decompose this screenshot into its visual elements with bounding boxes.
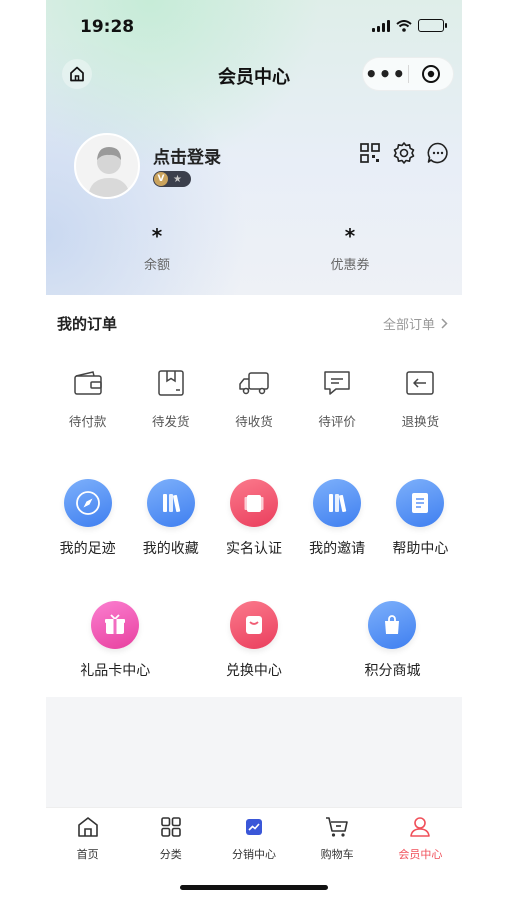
mini-program-capsule: ••• — [362, 57, 454, 91]
avatar[interactable] — [74, 133, 140, 199]
target-icon[interactable] — [409, 64, 453, 84]
coupon-stat[interactable]: * 优惠券 — [290, 224, 410, 273]
books-icon — [146, 479, 195, 527]
order-returns[interactable]: 退换货 — [379, 367, 462, 430]
package-icon — [155, 367, 187, 399]
order-item-label: 待付款 — [68, 414, 107, 429]
books-icon — [313, 479, 362, 527]
level-coin-icon: V — [154, 172, 168, 186]
home-indicator — [180, 885, 328, 890]
balance-stat[interactable]: * 余额 — [97, 224, 217, 273]
orders-section: 我的订单 全部订单 待付款 待发货 待收货 待评价 退换货 我的足迹 我的收藏 … — [46, 295, 462, 697]
message-icon[interactable] — [426, 141, 450, 165]
service-label: 我的足迹 — [59, 541, 116, 557]
tab-category[interactable]: 分类 — [129, 808, 212, 866]
order-pending-review[interactable]: 待评价 — [296, 367, 379, 430]
tab-distribution[interactable]: 分销中心 — [212, 808, 295, 866]
wallet-icon — [72, 367, 104, 399]
all-orders-link[interactable]: 全部订单 — [383, 314, 448, 333]
bottom-tab-bar: 首页 分类 分销中心 购物车 会员中心 — [46, 807, 462, 900]
tab-label: 首页 — [76, 848, 99, 861]
order-pending-receipt[interactable]: 待收货 — [212, 367, 295, 430]
points-mall-service[interactable]: 积分商城 — [323, 601, 462, 680]
wifi-icon — [396, 19, 412, 32]
qr-code-icon[interactable] — [358, 141, 382, 165]
tab-member-center[interactable]: 会员中心 — [379, 808, 462, 866]
chevron-right-icon — [441, 318, 448, 329]
order-status-row: 待付款 待发货 待收货 待评价 退换货 — [46, 367, 462, 430]
coupon-label: 优惠券 — [330, 258, 370, 273]
service-label: 帮助中心 — [392, 541, 449, 557]
balance-label: 余额 — [143, 258, 170, 273]
orders-title: 我的订单 — [57, 315, 118, 333]
phone-screen: 19:28 会员中心 ••• 点击登录 V ★ * 余额 * 优惠券 我的订单 … — [46, 0, 462, 900]
order-item-label: 待收货 — [235, 414, 273, 429]
exchange-service[interactable]: 兑换中心 — [185, 601, 324, 680]
id-card-icon — [229, 479, 278, 527]
services-row-1: 我的足迹 我的收藏 实名认证 我的邀请 帮助中心 — [46, 479, 462, 558]
service-label: 我的收藏 — [142, 541, 199, 557]
service-label: 实名认证 — [225, 541, 282, 557]
order-item-label: 待发货 — [152, 414, 190, 429]
order-pending-shipment[interactable]: 待发货 — [129, 367, 212, 430]
order-item-label: 退换货 — [401, 414, 440, 429]
services-row-2: 礼品卡中心 兑换中心 积分商城 — [46, 601, 462, 680]
member-header: 19:28 会员中心 ••• 点击登录 V ★ * 余额 * 优惠券 — [46, 0, 462, 295]
battery-icon — [418, 19, 447, 32]
favorites-service[interactable]: 我的收藏 — [129, 479, 212, 558]
order-pending-payment[interactable]: 待付款 — [46, 367, 129, 430]
verification-service[interactable]: 实名认证 — [212, 479, 295, 558]
home-tab-icon — [75, 814, 101, 840]
profile-actions — [358, 141, 450, 165]
settings-gear-icon[interactable] — [392, 141, 416, 165]
all-orders-label: 全部订单 — [382, 318, 435, 333]
invitation-service[interactable]: 我的邀请 — [296, 479, 379, 558]
more-dots-icon[interactable]: ••• — [363, 57, 408, 91]
tab-label: 购物车 — [320, 848, 354, 861]
login-link[interactable]: 点击登录 — [153, 143, 221, 168]
status-time: 19:28 — [80, 17, 135, 37]
tab-label: 分销中心 — [231, 848, 276, 861]
truck-icon — [238, 367, 270, 399]
balance-value: * — [151, 224, 163, 248]
document-icon — [396, 479, 445, 527]
gift-icon — [91, 601, 140, 649]
comment-icon — [321, 367, 353, 399]
chart-icon — [241, 814, 267, 840]
shopping-bag-icon — [368, 601, 417, 649]
help-service[interactable]: 帮助中心 — [379, 479, 462, 558]
service-label: 我的邀请 — [309, 541, 366, 557]
tab-label: 分类 — [159, 848, 182, 861]
compass-icon — [63, 479, 112, 527]
tab-cart[interactable]: 购物车 — [296, 808, 379, 866]
service-label: 礼品卡中心 — [80, 663, 151, 679]
service-label: 积分商城 — [364, 663, 421, 679]
tab-home[interactable]: 首页 — [46, 808, 129, 866]
grid-icon — [158, 814, 184, 840]
gift-card-service[interactable]: 礼品卡中心 — [46, 601, 185, 680]
level-star-icon: ★ — [173, 173, 182, 185]
footprint-service[interactable]: 我的足迹 — [46, 479, 129, 558]
exchange-icon — [229, 601, 278, 649]
coupon-value: * — [344, 224, 356, 248]
member-level-badge: V ★ — [153, 171, 191, 187]
user-icon — [407, 814, 433, 840]
service-label: 兑换中心 — [225, 663, 282, 679]
return-icon — [404, 367, 436, 399]
signal-icon — [372, 19, 390, 32]
status-icons — [372, 19, 447, 32]
tab-label: 会员中心 — [398, 848, 443, 861]
cart-icon — [324, 814, 350, 840]
order-item-label: 待评价 — [318, 414, 356, 429]
